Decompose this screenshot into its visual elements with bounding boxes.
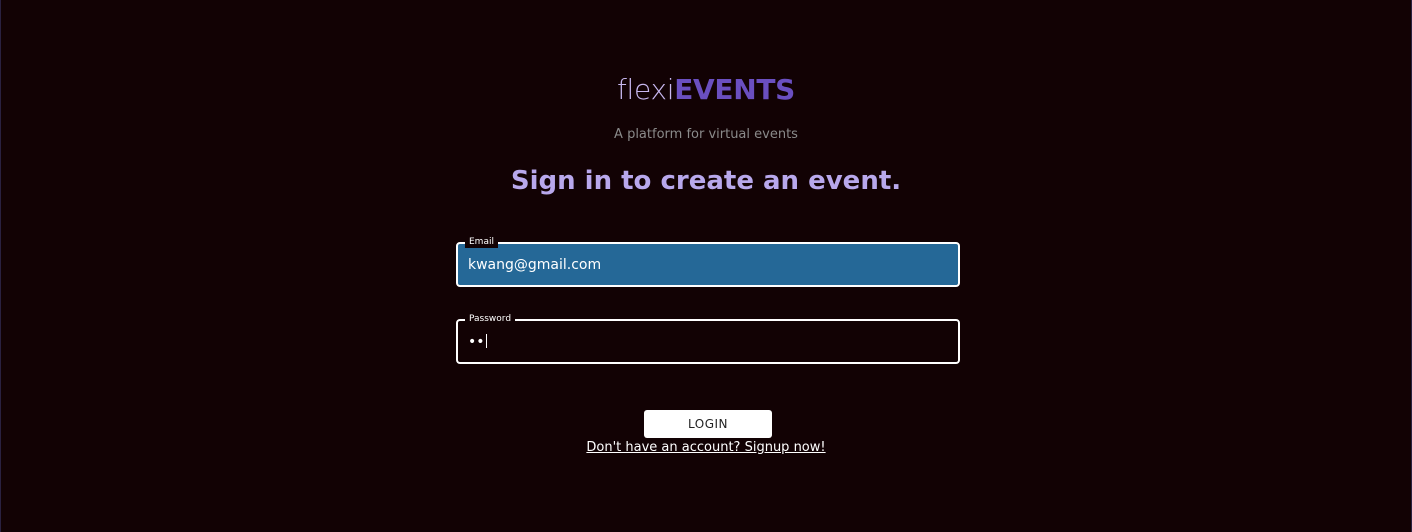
password-field[interactable]: Password •• (456, 313, 960, 364)
page-title: Sign in to create an event. (510, 166, 902, 196)
logo-light-text: flexi (616, 73, 675, 106)
password-field-value: •• (468, 333, 487, 351)
tagline: A platform for virtual events (614, 127, 798, 142)
email-field[interactable]: Email kwang@gmail.com (456, 236, 960, 287)
logo-bold-text: EVENTS (674, 73, 796, 106)
text-cursor (485, 334, 487, 348)
password-field-label: Password (465, 313, 516, 325)
login-button[interactable]: LOGIN (644, 410, 772, 438)
app-logo: flexiEVENTS (1, 73, 1411, 107)
signup-link[interactable]: Don't have an account? Signup now! (1, 439, 1411, 457)
email-field-label: Email (465, 236, 498, 248)
password-masked-text: •• (468, 334, 485, 350)
email-field-value: kwang@gmail.com (468, 257, 602, 273)
